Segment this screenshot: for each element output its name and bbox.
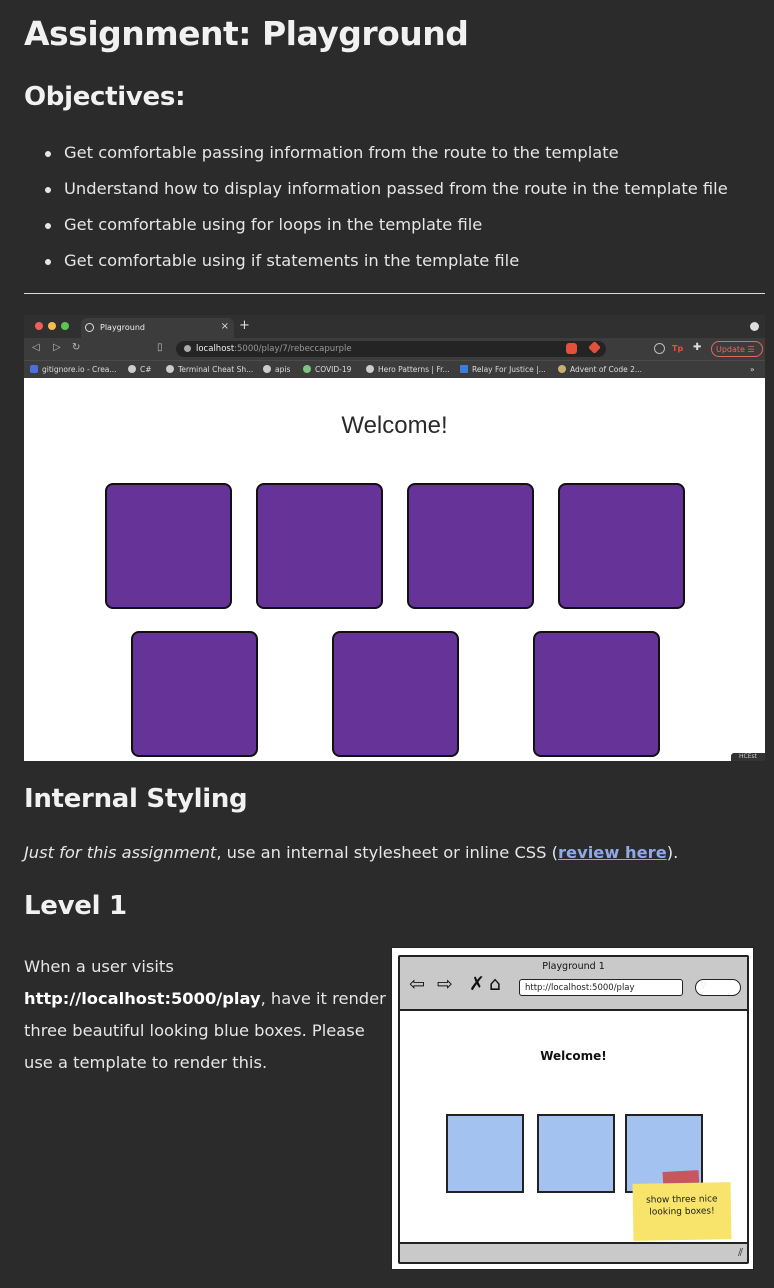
purple-box (105, 483, 232, 609)
list-item: Get comfortable passing information from… (24, 141, 728, 177)
back-arrow-icon: ⇦ (409, 973, 425, 995)
page-heading: Welcome! (341, 412, 448, 439)
bookmark-item[interactable]: C# (128, 365, 152, 374)
purple-box (256, 483, 383, 609)
back-icon[interactable]: ◁ (32, 342, 40, 353)
horizontal-divider (24, 293, 765, 294)
page-title: Assignment: Playground (24, 14, 469, 53)
review-here-link[interactable]: review here (558, 843, 667, 862)
url-host: localhost (196, 344, 235, 354)
blue-box (446, 1114, 524, 1193)
objectives-list: Get comfortable passing information from… (24, 141, 728, 285)
tp-extension-icon[interactable]: Tp (672, 344, 683, 353)
bookmark-item[interactable]: Advent of Code 2... (558, 365, 642, 374)
new-tab-icon[interactable]: + (239, 318, 250, 333)
menu-icon: ☰ (747, 345, 755, 354)
bookmark-item[interactable]: Hero Patterns | Fr... (366, 365, 450, 374)
list-item: Understand how to display information pa… (24, 177, 728, 213)
close-window-icon (35, 322, 43, 330)
objectives-heading: Objectives: (24, 82, 186, 112)
stop-icon: ✗ (469, 973, 485, 995)
purple-box (407, 483, 534, 609)
url-path: :5000/play/7/rebeccapurple (234, 344, 352, 354)
sticky-note: show three nice looking boxes! (632, 1182, 732, 1241)
wireframe-heading: Welcome! (540, 1049, 607, 1063)
browser-tab-bar: Playground × + (24, 315, 765, 338)
extensions-puzzle-icon[interactable]: ✚ (693, 342, 701, 353)
browser-toolbar: ◁ ▷ ↻ ▯ localhost:5000/play/7/rebeccapur… (24, 338, 765, 360)
browser-screenshot: Playground × + ◁ ▷ ↻ ▯ localhost:5000/pl… (24, 315, 765, 761)
update-button[interactable]: Update ☰ (711, 341, 763, 357)
globe-icon (85, 323, 94, 332)
purple-box (131, 631, 258, 757)
wireframe-toolbar: Playground 1 ⇦ ⇨ ✗ ⌂ http://localhost:50… (400, 957, 747, 1011)
bookmark-item[interactable]: Relay For Justice |... (460, 365, 546, 374)
wireframe-title: Playground 1 (542, 961, 605, 972)
address-bar[interactable]: localhost:5000/play/7/rebeccapurple (176, 341, 606, 357)
blue-box (537, 1114, 615, 1193)
tab-close-icon[interactable]: × (221, 321, 229, 332)
list-item: Get comfortable using if statements in t… (24, 249, 728, 285)
tab-title: Playground (100, 323, 145, 332)
bookmark-icon[interactable]: ▯ (157, 342, 163, 353)
resize-grip-icon: ⫽ (738, 1246, 743, 1259)
bookmarks-bar: gitignore.io - Crea... C# Terminal Cheat… (24, 360, 765, 378)
emphasis-text: Just for this assignment (24, 843, 217, 862)
list-item: Get comfortable using for loops in the t… (24, 213, 728, 249)
browser-tab[interactable]: Playground × (81, 318, 234, 338)
corner-tag: HCEst (731, 753, 765, 761)
wireframe-url-field: http://localhost:5000/play (519, 979, 683, 996)
internal-styling-text: Just for this assignment, use an interna… (24, 843, 678, 862)
wireframe-window: Playground 1 ⇦ ⇨ ✗ ⌂ http://localhost:50… (398, 955, 749, 1264)
url-text: http://localhost:5000/play (24, 989, 261, 1008)
bookmark-item[interactable]: Terminal Cheat Sh... (166, 365, 253, 374)
paragraph-text: , use an internal stylesheet or inline C… (216, 843, 559, 862)
tab-search-icon[interactable] (750, 322, 759, 331)
minimize-window-icon (48, 322, 56, 330)
paragraph-text: When a user visits (24, 957, 174, 976)
browser-page: Welcome! HCEst (24, 378, 765, 761)
paragraph-text: ). (666, 843, 679, 862)
react-devtools-icon[interactable] (654, 343, 665, 354)
reload-icon[interactable]: ↻ (72, 342, 80, 353)
bookmarks-overflow-icon[interactable]: » (750, 365, 755, 374)
level-1-heading: Level 1 (24, 891, 127, 921)
maximize-window-icon (61, 322, 69, 330)
brave-shield-icon[interactable] (566, 343, 577, 354)
purple-box (558, 483, 685, 609)
bookmark-item[interactable]: apis (263, 365, 290, 374)
internal-styling-heading: Internal Styling (24, 784, 248, 814)
purple-box (332, 631, 459, 757)
home-icon: ⌂ (489, 973, 502, 995)
info-icon (184, 345, 191, 352)
forward-icon[interactable]: ▷ (53, 342, 61, 353)
wireframe-status-bar: ⫽ (400, 1242, 747, 1262)
bookmark-item[interactable]: COVID-19 (303, 365, 351, 374)
level-1-text: When a user visits http://localhost:5000/… (24, 951, 389, 1079)
wireframe-image: Playground 1 ⇦ ⇨ ✗ ⌂ http://localhost:50… (391, 947, 754, 1270)
forward-arrow-icon: ⇨ (437, 973, 453, 995)
search-icon: ⚲ (695, 979, 741, 996)
purple-box (533, 631, 660, 757)
bookmark-item[interactable]: gitignore.io - Crea... (30, 365, 117, 374)
update-label: Update (716, 345, 745, 354)
